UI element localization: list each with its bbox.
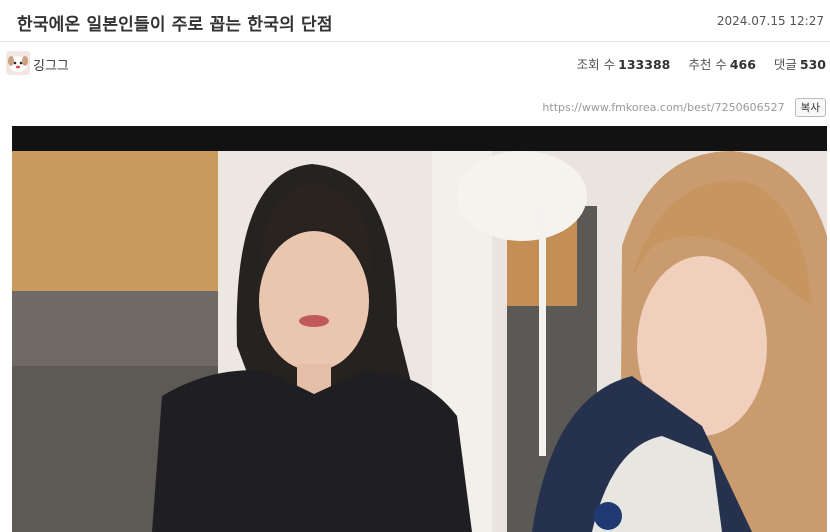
views-count: 133388 <box>618 57 671 72</box>
post-url[interactable]: https://www.fmkorea.com/best/7250606527 <box>542 101 784 114</box>
url-row: https://www.fmkorea.com/best/7250606527 … <box>542 97 826 117</box>
views-stat: 조회 수 133388 <box>577 57 671 72</box>
recommend-count: 466 <box>729 57 756 72</box>
post-title: 한국에온 일본인들이 주로 꼽는 한국의 단점 <box>17 15 333 35</box>
recommend-stat: 추천 수 466 <box>688 57 756 72</box>
author-name[interactable]: 깅그그 <box>33 55 69 74</box>
post-meta: 깅그그 조회 수 133388 추천 수 466 댓글 530 <box>0 43 830 81</box>
post-header: 한국에온 일본인들이 주로 꼽는 한국의 단점 2024.07.15 12:27 <box>0 0 830 42</box>
views-label: 조회 수 <box>576 57 616 72</box>
comments-count: 530 <box>799 57 826 72</box>
comments-label: 댓글 <box>773 57 797 72</box>
copy-url-button[interactable]: 복사 <box>794 98 826 117</box>
video-frame-image <box>12 126 827 532</box>
author-avatar-icon[interactable] <box>6 51 30 75</box>
comments-stat[interactable]: 댓글 530 <box>774 57 826 72</box>
post-stats: 조회 수 133388 추천 수 466 댓글 530 <box>563 54 826 73</box>
post-date: 2024.07.15 12:27 <box>716 14 824 28</box>
embedded-video[interactable] <box>12 126 827 532</box>
recommend-label: 추천 수 <box>688 57 727 72</box>
